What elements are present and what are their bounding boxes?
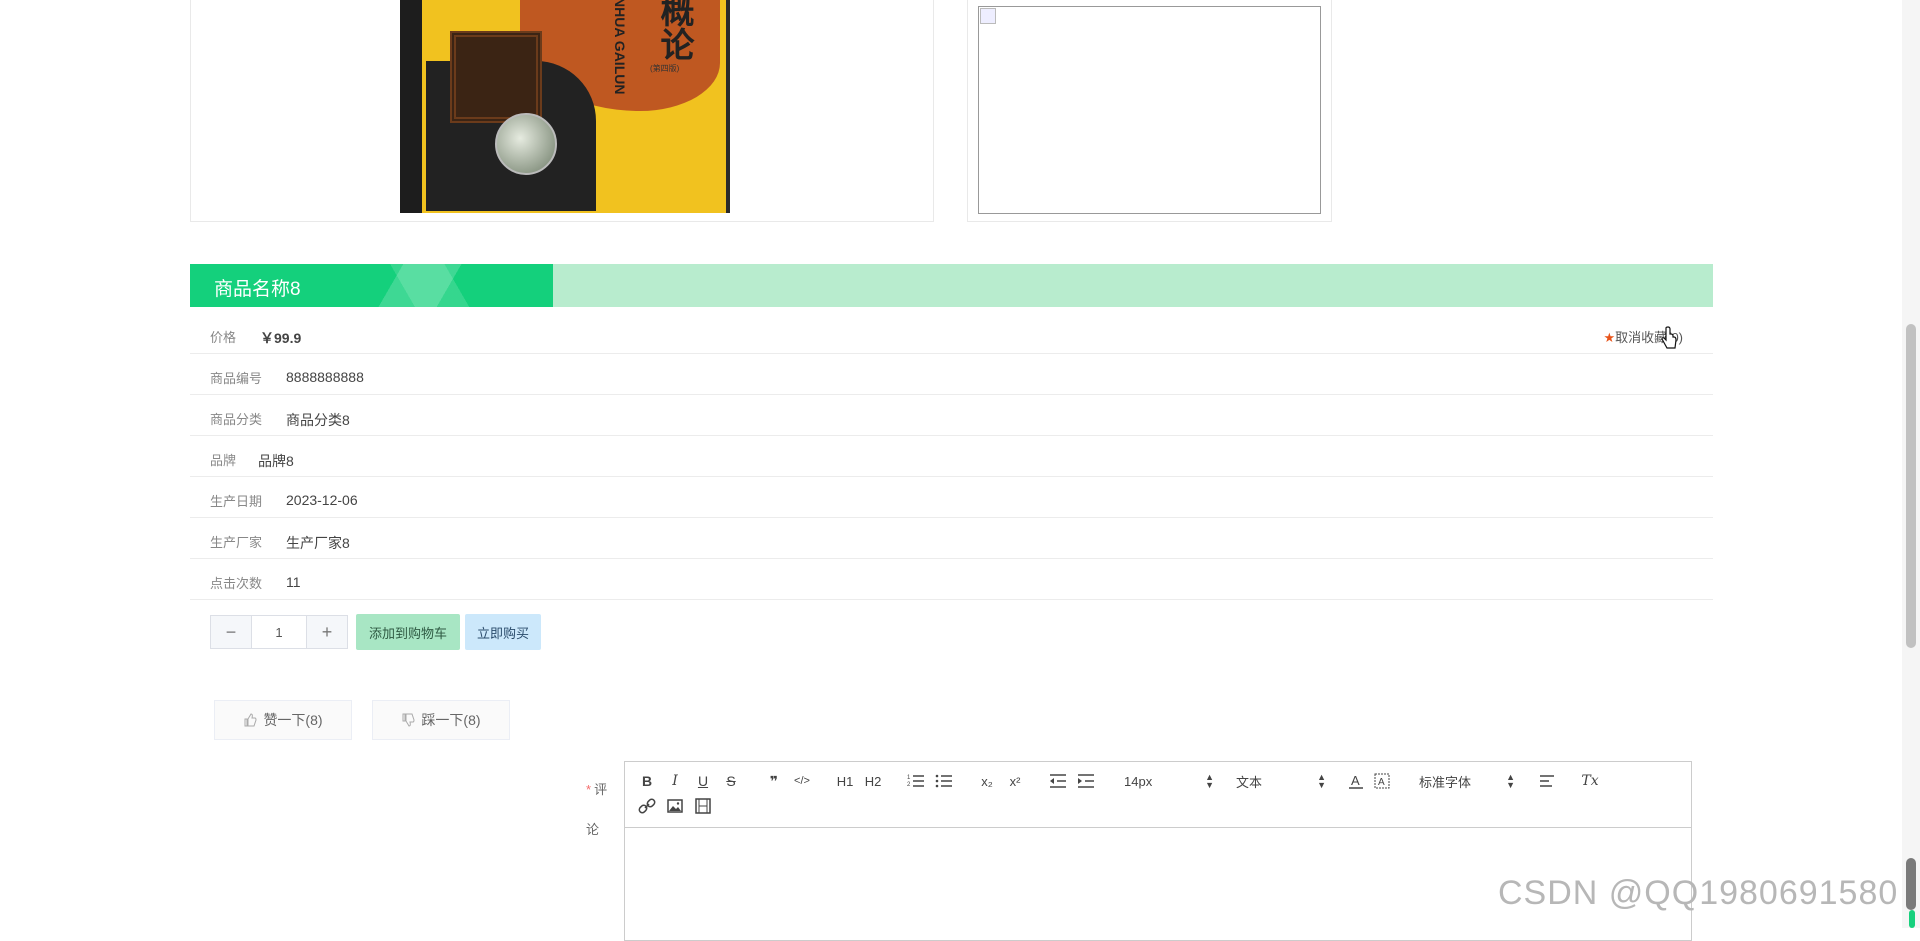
heading1-button[interactable]: H1 [834,770,856,792]
superscript-button[interactable]: x² [1004,770,1026,792]
production-date-label: 生产日期 [210,494,263,509]
detail-row-production-date: 生产日期 2023-12-06 [190,477,1713,518]
detail-row-manufacturer: 生产厂家 生产厂家8 [190,518,1713,559]
product-image-frame: 概论 NHUA GAILUN (第四版) [190,0,934,222]
italic-button[interactable]: I [664,770,686,792]
dislike-label: 踩一下(8) [421,712,481,728]
like-button[interactable]: 赞一下(8) [214,700,352,740]
bullet-list-icon[interactable] [933,770,955,792]
book-edition: (第四版) [650,64,680,73]
font-size-select[interactable]: 14px ▲ ▼ [1124,770,1214,792]
quantity-stepper: − 1 + [210,615,348,649]
text-color-icon[interactable]: A [1345,770,1367,792]
heading2-button[interactable]: H2 [862,770,884,792]
add-to-cart-button[interactable]: 添加到购物车 [356,614,460,650]
product-title: 商品名称8 [214,279,301,300]
star-icon: ★ [1603,330,1616,345]
clear-format-button[interactable]: Tx [1579,770,1601,792]
svg-text:2: 2 [907,782,911,788]
product-title-bar: 商品名称8 [190,264,1713,307]
thumbs-up-icon [244,713,257,727]
detail-row-clicks: 点击次数 11 [190,559,1713,600]
scrollbar-indicator [1909,910,1915,928]
like-label: 赞一下(8) [263,712,323,728]
brand-value: 品牌8 [258,453,294,469]
manufacturer-value: 生产厂家8 [286,535,350,551]
clicks-label: 点击次数 [210,576,263,591]
thumbs-down-icon [402,713,415,727]
background-color-icon[interactable]: A [1371,770,1393,792]
code-block-button[interactable]: </> [791,770,813,792]
svg-text:A: A [1378,777,1385,788]
product-detail-list: 价格 ￥99.9 ★取消收藏(0) 商品编号 8888888888 商品分类 商… [190,313,1713,600]
font-family-value: 标准字体 [1419,774,1472,790]
blockquote-button[interactable]: ❞ [763,770,785,792]
video-icon[interactable] [692,795,714,817]
quantity-input[interactable]: 1 [252,616,306,648]
sku-value: 8888888888 [286,369,364,385]
text-type-select[interactable]: 文本 ▲ ▼ [1236,770,1326,792]
quantity-decrease-button[interactable]: − [211,616,252,648]
svg-text:1: 1 [907,775,911,781]
book-art-coin [495,113,557,175]
broken-image[interactable] [978,6,1321,214]
clicks-value: 11 [286,574,301,590]
book-art-pattern [450,31,542,123]
quantity-increase-button[interactable]: + [306,616,347,648]
secondary-image-frame [967,0,1332,222]
image-icon[interactable] [664,795,686,817]
detail-row-brand: 品牌 品牌8 [190,436,1713,477]
dislike-button[interactable]: 踩一下(8) [372,700,510,740]
font-size-value: 14px [1124,773,1153,789]
scrollbar-thumb[interactable] [1906,324,1916,648]
price-value: ￥99.9 [260,330,302,346]
underline-button[interactable]: U [692,770,714,792]
book-title-cn: 概论 [654,0,694,61]
select-arrows-icon: ▲ ▼ [1317,772,1326,790]
broken-image-icon [980,8,996,24]
category-label: 商品分类 [210,412,263,427]
product-main-image[interactable]: 概论 NHUA GAILUN (第四版) [400,0,730,213]
book-spine [400,0,422,213]
bold-button[interactable]: B [636,770,658,792]
link-icon[interactable] [636,795,658,817]
comment-label: * 评论 [586,770,610,850]
comment-editor: B I U S ❞ </> H1 H2 12 x₂ x² 14px ▲ ▼ 文本 … [624,761,1692,941]
detail-row-category: 商品分类 商品分类8 [190,395,1713,436]
brand-label: 品牌 [210,453,237,468]
manufacturer-label: 生产厂家 [210,535,263,550]
scrollbar-thumb-secondary[interactable] [1906,858,1916,910]
book-title-en: NHUA GAILUN [612,0,628,95]
subscript-button[interactable]: x₂ [976,770,998,792]
price-label: 价格 [210,330,237,345]
production-date-value: 2023-12-06 [286,492,358,508]
svg-text:A: A [1351,773,1360,788]
outdent-icon[interactable] [1047,770,1069,792]
align-left-icon[interactable] [1536,770,1558,792]
hand-cursor-icon [1661,326,1677,349]
text-type-value: 文本 [1236,774,1263,790]
buy-now-button[interactable]: 立即购买 [465,614,541,650]
sku-label: 商品编号 [210,371,263,386]
strike-button[interactable]: S [720,770,742,792]
detail-row-price: 价格 ￥99.9 ★取消收藏(0) [190,313,1713,354]
font-family-select[interactable]: 标准字体 ▲ ▼ [1419,770,1515,792]
select-arrows-icon: ▲ ▼ [1205,772,1214,790]
required-mark: * [586,782,592,797]
indent-icon[interactable] [1075,770,1097,792]
csdn-watermark: CSDN @QQ1980691580 [1498,874,1899,912]
ordered-list-icon[interactable]: 12 [905,770,927,792]
detail-row-sku: 商品编号 8888888888 [190,354,1713,395]
category-value: 商品分类8 [286,412,350,428]
select-arrows-icon: ▲ ▼ [1506,772,1515,790]
editor-toolbar: B I U S ❞ </> H1 H2 12 x₂ x² 14px ▲ ▼ 文本 … [625,762,1691,828]
